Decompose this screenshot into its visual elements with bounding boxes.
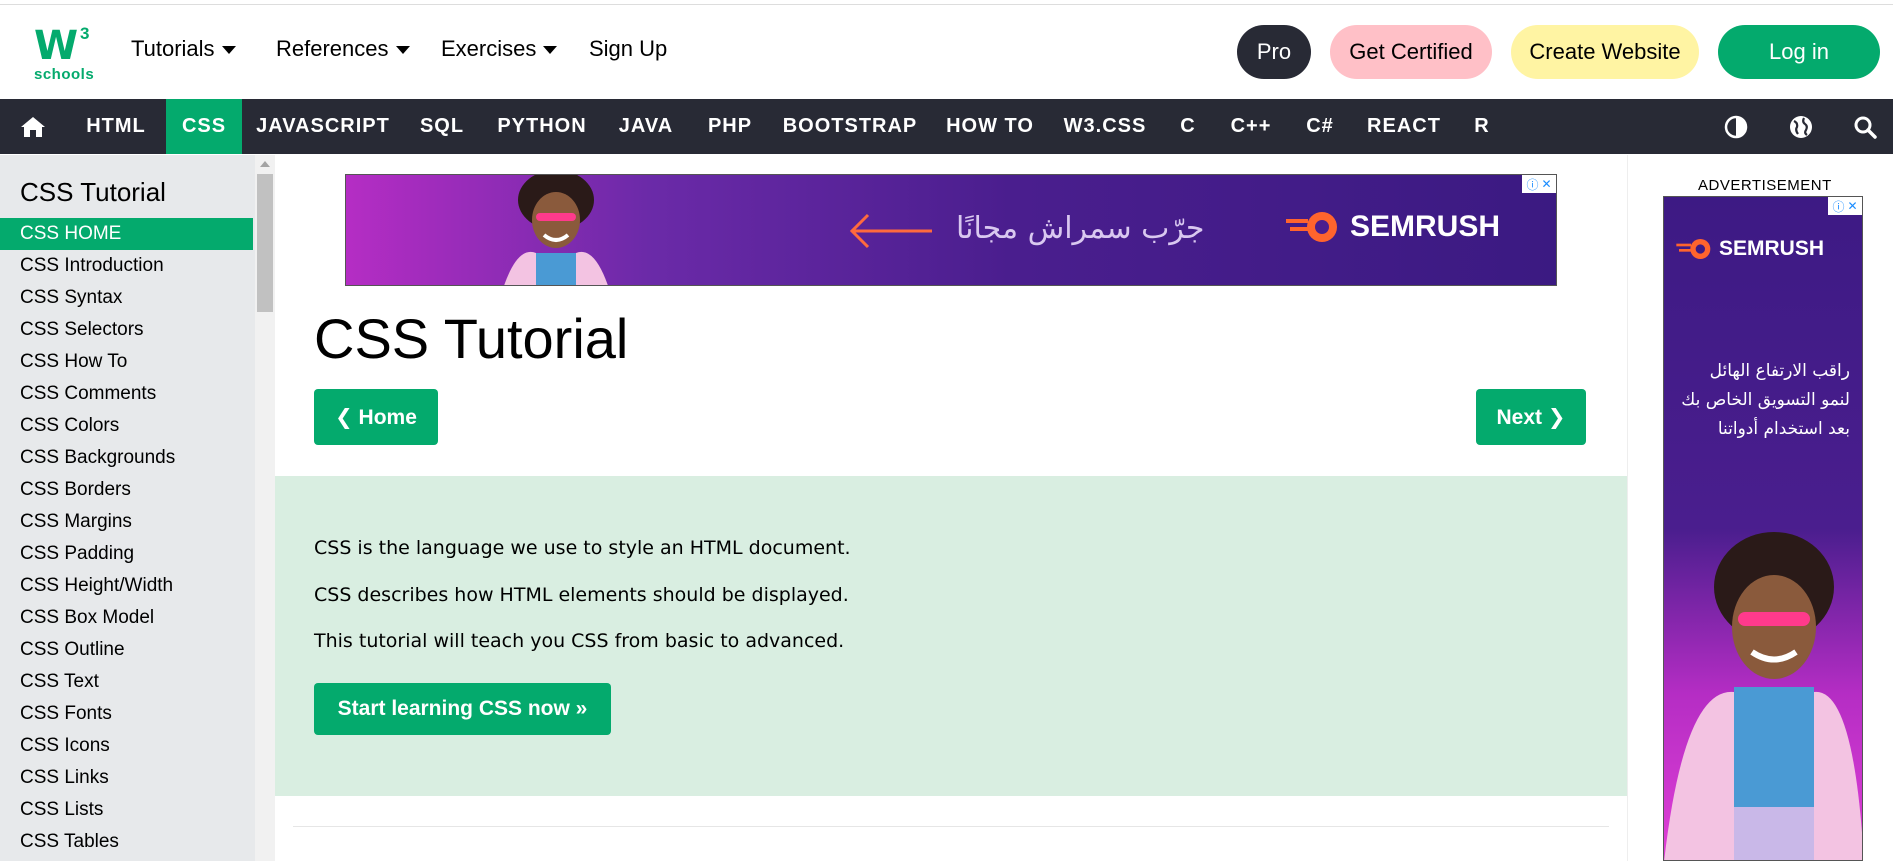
sidebar-item-css-comments[interactable]: CSS Comments (0, 378, 253, 410)
sidebar-item-css-height-width[interactable]: CSS Height/Width (0, 570, 253, 602)
nav-css[interactable]: CSS (166, 99, 242, 154)
sidebar-title: CSS Tutorial (20, 177, 166, 207)
header: W 3 schools Tutorials References Exercis… (0, 6, 1893, 98)
sidebar-item-css-fonts[interactable]: CSS Fonts (0, 698, 253, 730)
contrast-icon[interactable] (1711, 99, 1761, 154)
sign-up-link[interactable]: Sign Up (589, 36, 667, 62)
sidebar-item-css-home[interactable]: CSS HOME (0, 218, 253, 250)
info-icon: ⓘ (1526, 177, 1539, 192)
nav-react[interactable]: REACT (1356, 99, 1452, 154)
divider (293, 826, 1609, 827)
sidebar-item-css-syntax[interactable]: CSS Syntax (0, 282, 253, 314)
nav-r[interactable]: R (1454, 99, 1510, 154)
nav-javascript[interactable]: JAVASCRIPT (244, 99, 402, 154)
start-learning-button[interactable]: Start learning CSS now » (314, 683, 611, 735)
caret-down-icon (221, 46, 236, 54)
ad-right-person-image (1664, 532, 1862, 860)
references-menu[interactable]: References (276, 36, 410, 62)
exercises-menu[interactable]: Exercises (441, 36, 558, 62)
ad-right-brand-label: SEMRUSH (1719, 237, 1825, 260)
sidebar-item-css-box-model[interactable]: CSS Box Model (0, 602, 253, 634)
globe-icon[interactable] (1776, 99, 1826, 154)
advertisement-label: ADVERTISEMENT (1698, 177, 1832, 194)
nav-how-to[interactable]: HOW TO (930, 99, 1050, 154)
semrush-logo-icon (1676, 239, 1711, 259)
nav-bootstrap[interactable]: BOOTSTRAP (772, 99, 928, 154)
next-button[interactable]: Next ❯ (1476, 389, 1586, 445)
sidebar-item-css-outline[interactable]: CSS Outline (0, 634, 253, 666)
sidebar: CSS Tutorial CSS HOME CSS Introduction C… (0, 155, 255, 861)
sign-up-label: Sign Up (589, 36, 668, 61)
ad-right-close-button[interactable]: ⓘ ✕ (1828, 197, 1862, 215)
page-title: CSS Tutorial (314, 307, 629, 370)
nav-php[interactable]: PHP (690, 99, 770, 154)
ad-top-brand-label: SEMRUSH (1350, 210, 1501, 243)
log-in-button[interactable]: Log in (1718, 25, 1880, 79)
ad-person-image (504, 175, 608, 285)
caret-down-icon (395, 46, 410, 54)
sidebar-item-css-lists[interactable]: CSS Lists (0, 794, 253, 826)
logo-subtitle: schools (34, 66, 95, 83)
references-menu-label: References (276, 36, 389, 61)
tutorials-menu[interactable]: Tutorials (131, 36, 236, 62)
sidebar-item-css-selectors[interactable]: CSS Selectors (0, 314, 253, 346)
sidebar-item-css-how-to[interactable]: CSS How To (0, 346, 253, 378)
search-icon[interactable] (1840, 99, 1890, 154)
nav-c[interactable]: C (1160, 99, 1216, 154)
caret-down-icon (543, 46, 558, 54)
sidebar-item-css-tables[interactable]: CSS Tables (0, 826, 253, 858)
w3schools-logo[interactable]: W 3 schools (32, 24, 96, 86)
nav-w3css[interactable]: W3.CSS (1052, 99, 1158, 154)
logo-mark: W (34, 23, 78, 69)
intro-line-1: CSS is the language we use to style an H… (314, 537, 851, 559)
home-button[interactable]: ❮ Home (314, 389, 438, 445)
sidebar-item-css-colors[interactable]: CSS Colors (0, 410, 253, 442)
intro-line-3: This tutorial will teach you CSS from ba… (314, 630, 845, 652)
topnav: HTML CSS JAVASCRIPT SQL PYTHON JAVA PHP … (0, 99, 1893, 154)
logo-superscript: 3 (80, 24, 90, 43)
sidebar-item-css-backgrounds[interactable]: CSS Backgrounds (0, 442, 253, 474)
sidebar-item-css-padding[interactable]: CSS Padding (0, 538, 253, 570)
ad-right-text-line-1: راقب الارتفاع الهائل (1709, 361, 1850, 381)
sidebar-item-css-borders[interactable]: CSS Borders (0, 474, 253, 506)
sidebar-item-css-margins[interactable]: CSS Margins (0, 506, 253, 538)
sidebar-item-css-introduction[interactable]: CSS Introduction (0, 250, 253, 282)
close-icon: ✕ (1847, 199, 1858, 213)
arrow-left-icon (849, 213, 932, 249)
ad-top-text: جرّب سمراش مجانًا (956, 211, 1205, 246)
nav-java[interactable]: JAVA (604, 99, 688, 154)
intro-line-2: CSS describes how HTML elements should b… (314, 584, 849, 606)
pro-button[interactable]: Pro (1237, 25, 1311, 79)
sidebar-scrollbar-thumb[interactable] (257, 174, 273, 312)
get-certified-button[interactable]: Get Certified (1330, 25, 1492, 79)
right-advertisement[interactable]: SEMRUSH راقب الارتفاع الهائل لنمو التسوي… (1663, 196, 1863, 861)
ad-close-button[interactable]: ⓘ ✕ (1522, 175, 1556, 193)
exercises-menu-label: Exercises (441, 36, 537, 61)
sidebar-item-css-text[interactable]: CSS Text (0, 666, 253, 698)
scroll-up-arrow-icon[interactable] (260, 161, 270, 167)
ad-right-text-line-3: بعد استخدام أدواتنا (1717, 419, 1850, 439)
sidebar-item-css-icons[interactable]: CSS Icons (0, 730, 253, 762)
info-icon: ⓘ (1832, 199, 1845, 214)
semrush-logo-icon (1286, 212, 1337, 242)
ad-top-brand: SEMRUSH (1286, 209, 1500, 245)
nav-cpp[interactable]: C++ (1218, 99, 1284, 154)
nav-csharp[interactable]: C# (1286, 99, 1354, 154)
sidebar-item-css-links[interactable]: CSS Links (0, 762, 253, 794)
ad-right-text: راقب الارتفاع الهائل لنمو التسويق الخاص … (1670, 357, 1850, 444)
top-advertisement[interactable]: جرّب سمراش مجانًا SEMRUSH ⓘ ✕ (345, 174, 1557, 286)
nav-python[interactable]: PYTHON (482, 99, 602, 154)
tutorials-menu-label: Tutorials (131, 36, 215, 61)
close-icon: ✕ (1541, 177, 1552, 191)
ad-right-text-line-2: لنمو التسويق الخاص بك (1681, 390, 1850, 410)
create-website-button[interactable]: Create Website (1511, 25, 1699, 79)
ad-right-brand: SEMRUSH (1676, 237, 1824, 261)
top-border (0, 0, 1893, 5)
nav-sql[interactable]: SQL (404, 99, 480, 154)
nav-html[interactable]: HTML (68, 99, 164, 154)
home-icon[interactable] (8, 99, 58, 154)
